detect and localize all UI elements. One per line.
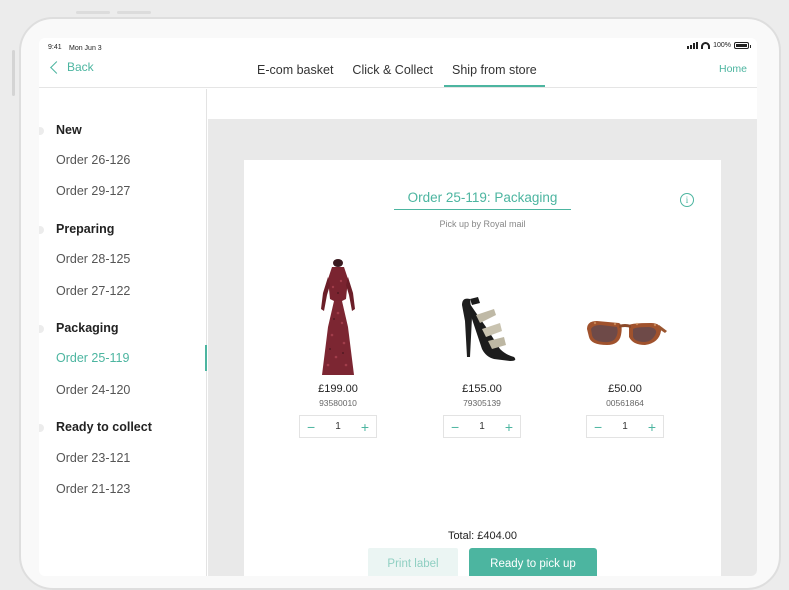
- order-card: Order 25-119: Packaging i Pick up by Roy…: [244, 160, 721, 576]
- sidebar-section-preparing: Preparing: [56, 222, 115, 236]
- sidebar-item-order-28-125[interactable]: Order 28-125: [56, 252, 130, 266]
- sidebar-item-order-23-121[interactable]: Order 23-121: [56, 451, 130, 465]
- decrement-button[interactable]: −: [594, 420, 602, 434]
- order-title: Order 25-119: Packaging: [394, 190, 571, 210]
- battery-percent: 100%: [713, 42, 731, 49]
- status-time: 9:41: [48, 44, 62, 51]
- sidebar-item-order-27-122[interactable]: Order 27-122: [56, 284, 130, 298]
- home-link[interactable]: Home: [719, 63, 747, 75]
- back-chevron-icon: [50, 60, 63, 74]
- tab-ecom-basket[interactable]: E-com basket: [249, 56, 341, 87]
- active-indicator: [205, 345, 207, 371]
- content-background: Order 25-119: Packaging i Pick up by Roy…: [208, 119, 757, 576]
- section-dot: [39, 226, 44, 234]
- sidebar-section-new: New: [56, 123, 82, 137]
- section-dot: [39, 127, 44, 135]
- order-sidebar: New Order 26-126 Order 29-127 Preparing …: [39, 89, 207, 576]
- device-side-button: [12, 50, 15, 96]
- sidebar-item-order-25-119[interactable]: Order 25-119: [56, 351, 129, 365]
- status-date: Mon Jun 3: [69, 45, 102, 52]
- status-bar: 9:41 Mon Jun 3 100%: [39, 38, 757, 56]
- order-detail-area: Order 25-119: Packaging i Pick up by Roy…: [208, 89, 757, 576]
- quantity-stepper: − 1 +: [586, 415, 664, 438]
- section-dot: [39, 325, 44, 333]
- section-dot: [39, 424, 44, 432]
- sidebar-item-order-24-120[interactable]: Order 24-120: [56, 383, 130, 397]
- signal-icon: [687, 42, 699, 49]
- increment-button[interactable]: +: [361, 420, 369, 434]
- info-icon[interactable]: i: [680, 193, 694, 207]
- order-subtitle: Pick up by Royal mail: [439, 219, 526, 229]
- product-card-heels: £155.00 79305139 − 1 +: [432, 257, 532, 438]
- quantity-value: 1: [335, 421, 341, 432]
- quantity-value: 1: [622, 421, 628, 432]
- tablet-screen: 9:41 Mon Jun 3 100% Back E-com basket Cl…: [39, 38, 757, 576]
- tab-ship-from-store[interactable]: Ship from store: [444, 56, 545, 87]
- page: 9:41 Mon Jun 3 100% Back E-com basket Cl…: [0, 0, 789, 590]
- increment-button[interactable]: +: [648, 420, 656, 434]
- product-sku: 79305139: [463, 398, 501, 408]
- order-total: Total: £404.00: [447, 530, 518, 542]
- quantity-value: 1: [479, 421, 485, 432]
- sidebar-item-order-26-126[interactable]: Order 26-126: [56, 153, 130, 167]
- product-price: £155.00: [462, 383, 502, 395]
- product-price: £50.00: [608, 383, 642, 395]
- top-navigation: Back E-com basket Click & Collect Ship f…: [39, 56, 757, 88]
- sidebar-section-packaging: Packaging: [56, 321, 119, 335]
- sunglasses-image: [575, 257, 675, 381]
- product-price: £199.00: [318, 383, 358, 395]
- quantity-stepper: − 1 +: [299, 415, 377, 438]
- sidebar-section-ready-to-collect: Ready to collect: [56, 420, 152, 434]
- product-sku: 00561864: [606, 398, 644, 408]
- print-label-button[interactable]: Print label: [368, 548, 458, 576]
- decorative-line: [76, 11, 110, 14]
- back-label: Back: [67, 60, 94, 74]
- decrement-button[interactable]: −: [307, 420, 315, 434]
- ready-to-pick-up-button[interactable]: Ready to pick up: [469, 548, 597, 576]
- dress-image: [288, 257, 388, 381]
- product-sku: 93580010: [319, 398, 357, 408]
- status-indicators: 100%: [687, 42, 751, 49]
- decorative-line: [117, 11, 151, 14]
- back-button[interactable]: Back: [49, 60, 94, 74]
- sidebar-item-order-29-127[interactable]: Order 29-127: [56, 184, 130, 198]
- quantity-stepper: − 1 +: [443, 415, 521, 438]
- product-card-dress: £199.00 93580010 − 1 +: [288, 257, 388, 438]
- increment-button[interactable]: +: [505, 420, 513, 434]
- tab-click-and-collect[interactable]: Click & Collect: [344, 56, 441, 87]
- battery-icon: [734, 42, 751, 49]
- tab-bar: E-com basket Click & Collect Ship from s…: [249, 56, 548, 87]
- wifi-icon: [701, 42, 711, 49]
- sidebar-item-order-21-123[interactable]: Order 21-123: [56, 482, 130, 496]
- heels-image: [432, 257, 532, 381]
- product-card-sunglasses: £50.00 00561864 − 1 +: [575, 257, 675, 438]
- decrement-button[interactable]: −: [451, 420, 459, 434]
